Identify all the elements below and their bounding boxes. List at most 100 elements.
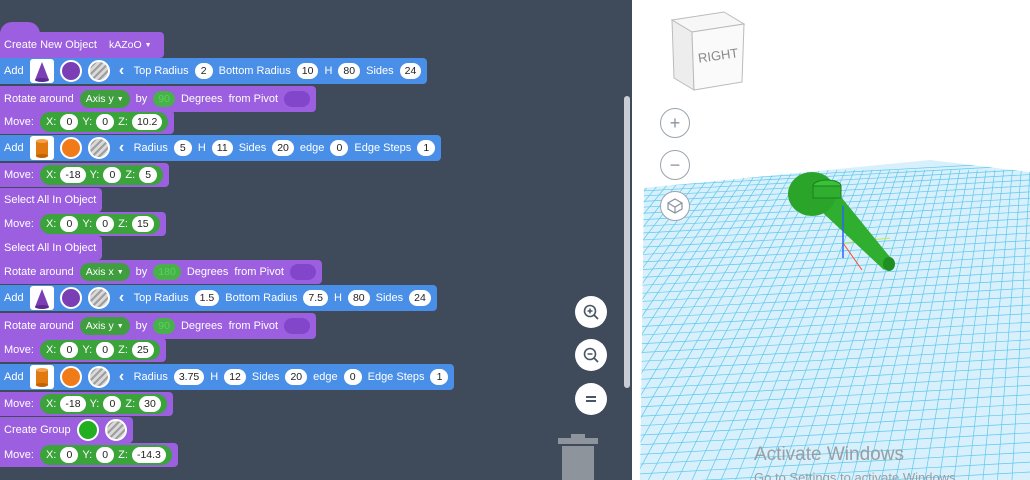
sides-input[interactable]: 24 xyxy=(399,63,422,79)
x-label: X: xyxy=(45,398,57,410)
select-all-block[interactable]: Select All In Object xyxy=(0,236,103,260)
material-swatch[interactable] xyxy=(87,60,110,82)
workspace-scrollbar[interactable] xyxy=(624,96,630,388)
zoom-out-button[interactable] xyxy=(575,339,607,371)
height-input[interactable]: 11 xyxy=(211,140,233,156)
cylinder-shape-icon[interactable] xyxy=(29,365,54,389)
block-label: Select All In Object xyxy=(4,194,97,206)
block-label: Move: xyxy=(4,449,34,461)
sides-input[interactable]: 20 xyxy=(285,369,308,385)
radius-input[interactable]: 5 xyxy=(173,140,192,156)
material-swatch[interactable] xyxy=(87,287,110,309)
axis-dropdown[interactable]: Axis y ▼ xyxy=(79,90,130,108)
edge-steps-input[interactable]: 1 xyxy=(417,140,436,156)
edge-input[interactable]: 0 xyxy=(343,369,362,385)
rotate-block[interactable]: Rotate around Axis y ▼ by 90 Degrees from… xyxy=(0,86,317,112)
y-input[interactable]: 0 xyxy=(96,114,115,130)
color-swatch[interactable] xyxy=(59,287,82,309)
block-label: Rotate around xyxy=(4,320,74,332)
bottom-radius-input[interactable]: 10 xyxy=(296,63,319,79)
x-input[interactable]: 0 xyxy=(60,114,79,130)
degrees-input[interactable]: 90 xyxy=(153,318,175,334)
color-swatch[interactable] xyxy=(76,419,99,441)
rotate-block[interactable]: Rotate around Axis x ▼ by 180 Degrees fro… xyxy=(0,260,322,284)
color-swatch[interactable] xyxy=(59,60,82,82)
degrees-input[interactable]: 180 xyxy=(153,264,181,280)
height-input[interactable]: 80 xyxy=(347,290,370,306)
y-input[interactable]: 0 xyxy=(96,447,115,463)
radius-input[interactable]: 3.75 xyxy=(173,369,205,385)
pivot-slot[interactable] xyxy=(289,264,316,280)
trash-button[interactable] xyxy=(556,432,600,480)
move-block[interactable]: Move: X: 0 Y: 0 Z: -14.3 xyxy=(0,443,178,467)
create-group-block[interactable]: Create Group xyxy=(0,417,133,443)
material-swatch[interactable] xyxy=(87,366,110,388)
zoom-in-button[interactable] xyxy=(575,296,607,328)
activate-windows-watermark: Activate Windows Go to Settings to activ… xyxy=(754,444,959,480)
add-cylinder-block[interactable]: Add ‹ Radius 5 H 11 Sides 20 edge 0 Edge… xyxy=(0,135,442,161)
sides-input[interactable]: 20 xyxy=(272,140,294,156)
z-input[interactable]: 5 xyxy=(139,167,158,183)
y-input[interactable]: 0 xyxy=(96,216,115,232)
cone-shape-icon[interactable] xyxy=(29,59,54,83)
top-radius-input[interactable]: 1.5 xyxy=(194,290,220,306)
select-all-block[interactable]: Select All In Object xyxy=(0,188,103,212)
edge-steps-input[interactable]: 1 xyxy=(430,369,449,385)
x-input[interactable]: 0 xyxy=(60,342,79,358)
x-input[interactable]: 0 xyxy=(60,216,79,232)
move-block[interactable]: Move: X: 0 Y: 0 Z: 25 xyxy=(0,338,166,362)
chevron-left-icon[interactable]: ‹ xyxy=(116,139,128,157)
coords-field: X: -18 Y: 0 Z: 30 xyxy=(39,394,167,414)
y-input[interactable]: 0 xyxy=(103,167,122,183)
reset-zoom-button[interactable] xyxy=(575,383,607,415)
material-swatch[interactable] xyxy=(87,137,110,159)
axis-dropdown[interactable]: Axis y ▼ xyxy=(79,317,130,335)
chevron-left-icon[interactable]: ‹ xyxy=(116,62,128,80)
cylinder-shape-icon[interactable] xyxy=(29,136,54,160)
create-object-block[interactable]: Create New Object kAZoO ▼ xyxy=(0,32,164,58)
blocks-workspace[interactable]: Create New Object kAZoO ▼ Add ‹ Top Radiu… xyxy=(0,0,632,480)
move-block[interactable]: Move: X: -18 Y: 0 Z: 5 xyxy=(0,163,170,187)
move-block[interactable]: Move: X: 0 Y: 0 Z: 15 xyxy=(0,212,166,236)
rotate-block[interactable]: Rotate around Axis y ▼ by 90 Degrees from… xyxy=(0,313,317,339)
object-name-dropdown[interactable]: kAZoO ▼ xyxy=(102,36,158,54)
z-input[interactable]: 15 xyxy=(131,216,154,232)
axis-dropdown[interactable]: Axis x ▼ xyxy=(79,263,130,281)
x-input[interactable]: 0 xyxy=(60,447,79,463)
cone-shape-icon[interactable] xyxy=(29,286,54,310)
height-input[interactable]: 12 xyxy=(224,369,246,385)
z-input[interactable]: 10.2 xyxy=(131,114,163,130)
add-cylinder-block[interactable]: Add ‹ Radius 3.75 H 12 Sides 20 edge 0 E… xyxy=(0,364,455,390)
bottom-radius-input[interactable]: 7.5 xyxy=(303,290,328,306)
radius-label: Radius xyxy=(133,142,168,154)
move-block[interactable]: Move: X: -18 Y: 0 Z: 30 xyxy=(0,392,173,416)
3d-viewport[interactable]: RIGHT + − Activate Windows Go to Setting… xyxy=(632,0,1030,480)
coords-field: X: 0 Y: 0 Z: 10.2 xyxy=(39,112,169,132)
edge-input[interactable]: 0 xyxy=(330,140,349,156)
block-label: Move: xyxy=(4,398,34,410)
top-radius-input[interactable]: 2 xyxy=(194,63,213,79)
height-input[interactable]: 80 xyxy=(338,63,361,79)
sides-input[interactable]: 24 xyxy=(409,290,431,306)
add-cone-block[interactable]: Add ‹ Top Radius 1.5 Bottom Radius 7.5 H… xyxy=(0,285,437,311)
move-block[interactable]: Move: X: 0 Y: 0 Z: 10.2 xyxy=(0,110,175,134)
x-input[interactable]: -18 xyxy=(60,167,86,183)
chevron-left-icon[interactable]: ‹ xyxy=(116,368,128,386)
z-input[interactable]: 25 xyxy=(131,342,154,358)
degrees-input[interactable]: 90 xyxy=(153,91,175,107)
pivot-slot[interactable] xyxy=(284,318,311,334)
z-input[interactable]: 30 xyxy=(139,396,161,412)
y-input[interactable]: 0 xyxy=(103,396,122,412)
material-swatch[interactable] xyxy=(104,419,127,441)
color-swatch[interactable] xyxy=(59,137,82,159)
z-input[interactable]: -14.3 xyxy=(131,447,166,463)
add-cone-block[interactable]: Add ‹ Top Radius 2 Bottom Radius 10 H 80… xyxy=(0,58,428,84)
y-input[interactable]: 0 xyxy=(96,342,115,358)
x-input[interactable]: -18 xyxy=(60,396,86,412)
color-swatch[interactable] xyxy=(59,366,82,388)
y-label: Y: xyxy=(82,344,93,356)
chevron-left-icon[interactable]: ‹ xyxy=(116,289,128,307)
pivot-label: from Pivot xyxy=(228,320,279,332)
pivot-slot[interactable] xyxy=(284,91,311,107)
watermark-subtitle: Go to Settings to activate Windows. xyxy=(754,470,960,480)
